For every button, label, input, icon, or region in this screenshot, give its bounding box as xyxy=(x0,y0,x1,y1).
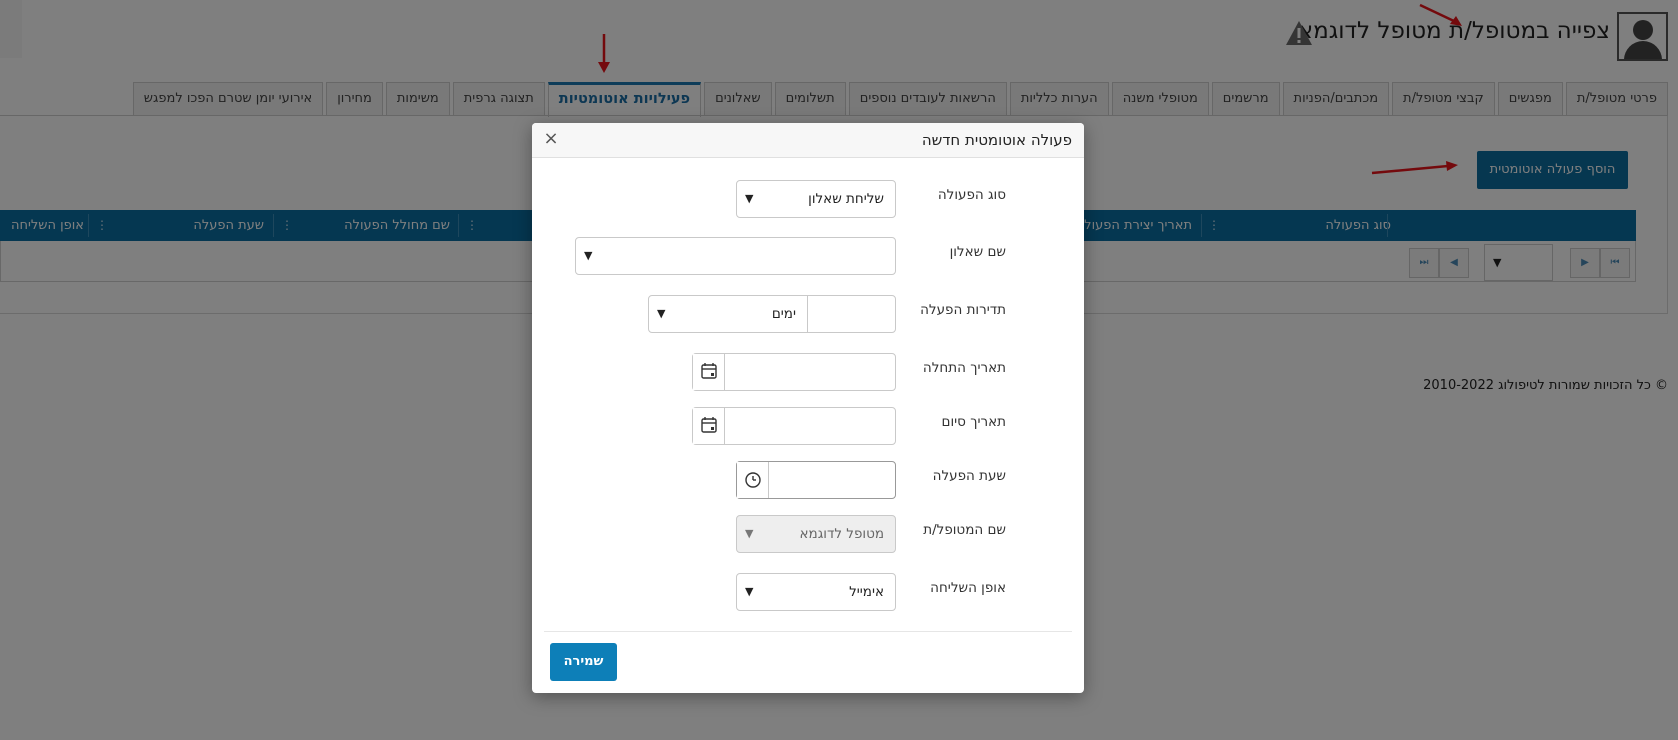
patient-name-label: שם המטופל/ת xyxy=(923,522,1006,538)
calendar-icon[interactable] xyxy=(693,408,725,444)
calendar-icon[interactable] xyxy=(693,354,725,390)
dialog-header: פעולה אוטומטית חדשה × xyxy=(532,123,1084,158)
run-time-label: שעת הפעלה xyxy=(932,468,1006,484)
frequency-label: תדירות הפעלה xyxy=(920,302,1006,318)
action-type-value: שליחת שאלון xyxy=(808,191,884,207)
new-automatic-action-dialog: פעולה אוטומטית חדשה × סוג הפעולה שליחת ש… xyxy=(532,123,1084,693)
end-date-label: תאריך סיום xyxy=(941,414,1007,430)
chevron-down-icon: ▼ xyxy=(584,249,593,262)
frequency-unit-value: ימים xyxy=(771,306,796,322)
chevron-down-icon: ▼ xyxy=(657,307,666,320)
chevron-down-icon: ▼ xyxy=(745,585,754,598)
action-type-select[interactable]: שליחת שאלון ▼ xyxy=(736,180,896,218)
dialog-footer-divider xyxy=(544,631,1072,632)
action-type-label: סוג הפעולה xyxy=(937,187,1006,203)
questionnaire-name-label: שם שאלון xyxy=(949,244,1006,260)
send-method-label: אופן השליחה xyxy=(930,580,1006,596)
run-time-input[interactable] xyxy=(736,461,896,499)
frequency-input[interactable] xyxy=(807,296,895,332)
send-method-value: אימייל xyxy=(849,584,884,600)
frequency-unit-select[interactable]: ימים ▼ xyxy=(649,296,807,332)
chevron-down-icon: ▼ xyxy=(745,192,754,205)
frequency-group: ימים ▼ xyxy=(648,295,896,333)
end-date-input[interactable] xyxy=(692,407,896,445)
start-date-label: תאריך התחלה xyxy=(922,360,1006,376)
clock-icon[interactable] xyxy=(737,462,769,498)
patient-name-select: מטופל לדוגמא ▼ xyxy=(736,515,896,553)
save-button[interactable]: שמירה xyxy=(550,643,617,681)
questionnaire-select[interactable]: ▼ xyxy=(575,237,896,275)
close-icon[interactable]: × xyxy=(541,128,561,150)
patient-name-value: מטופל לדוגמא xyxy=(799,526,884,542)
send-method-select[interactable]: אימייל ▼ xyxy=(736,573,896,611)
chevron-down-icon: ▼ xyxy=(745,527,754,540)
dialog-title: פעולה אוטומטית חדשה xyxy=(921,131,1072,149)
start-date-input[interactable] xyxy=(692,353,896,391)
